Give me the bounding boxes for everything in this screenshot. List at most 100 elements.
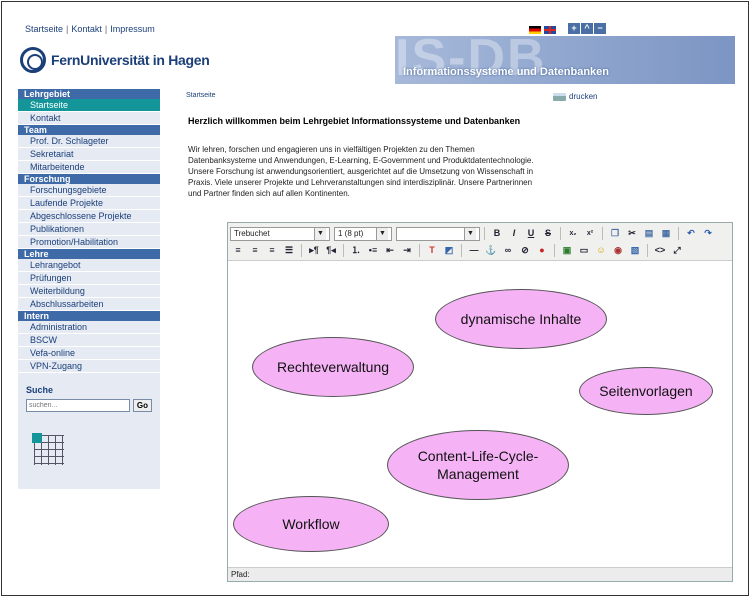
indent-icon[interactable]: ⇥ bbox=[399, 243, 415, 258]
undo-icon[interactable]: ↶ bbox=[683, 226, 699, 241]
italic-icon[interactable]: I bbox=[506, 226, 522, 241]
breadcrumb[interactable]: Startseite bbox=[186, 92, 216, 99]
redo-icon[interactable]: ↷ bbox=[700, 226, 716, 241]
link-icon[interactable]: ∞ bbox=[500, 243, 516, 258]
top-link-impressum[interactable]: Impressum bbox=[110, 24, 155, 34]
chevron-down-icon: ▼ bbox=[464, 227, 476, 240]
intro-line: Wir lehren, forschen und engagieren uns … bbox=[188, 145, 475, 154]
print-link[interactable]: drucken bbox=[553, 92, 597, 101]
sidebar-item-mitarbeitende[interactable]: Mitarbeitende bbox=[18, 161, 160, 174]
font-size-select[interactable]: 1 (8 pt) ▼ bbox=[334, 226, 392, 241]
toolbar-row-1: Trebuchet ▼ 1 (8 pt) ▼ ▼ B I U S x₂ x² ❐ ✂… bbox=[230, 225, 730, 242]
copy-icon[interactable]: ❐ bbox=[607, 226, 623, 241]
underline-icon[interactable]: U bbox=[523, 226, 539, 241]
table-icon[interactable]: ▭ bbox=[576, 243, 592, 258]
editor-toolbar: Trebuchet ▼ 1 (8 pt) ▼ ▼ B I U S x₂ x² ❐ ✂… bbox=[228, 223, 732, 261]
search-input[interactable] bbox=[26, 399, 130, 412]
german-flag-icon[interactable] bbox=[529, 25, 541, 34]
sidebar-item-laufende-projekte[interactable]: Laufende Projekte bbox=[18, 197, 160, 210]
sidebar-item-bscw[interactable]: BSCW bbox=[18, 334, 160, 347]
superscript-icon[interactable]: x² bbox=[582, 226, 598, 241]
intro-line: und Partner finden sich auf allen Kontin… bbox=[188, 189, 350, 198]
sidebar-item-weiterbildung[interactable]: Weiterbildung bbox=[18, 285, 160, 298]
align-left-icon[interactable]: ≡ bbox=[230, 243, 246, 258]
align-right-icon[interactable]: ≡ bbox=[264, 243, 280, 258]
template-icon[interactable]: ▧ bbox=[627, 243, 643, 258]
horizontal-rule-icon[interactable]: — bbox=[466, 243, 482, 258]
font-increase-button[interactable]: + bbox=[568, 23, 580, 34]
sidebar-item-schlageter[interactable]: Prof. Dr. Schlageter bbox=[18, 135, 160, 148]
outdent-icon[interactable]: ⇤ bbox=[382, 243, 398, 258]
anchor-icon[interactable]: ⚓ bbox=[483, 243, 499, 258]
search-go-button[interactable]: Go bbox=[132, 399, 152, 412]
strikethrough-icon[interactable]: S bbox=[540, 226, 556, 241]
paste-word-icon[interactable]: ▦ bbox=[658, 226, 674, 241]
bubble-dynamische-inhalte: dynamische Inhalte bbox=[435, 289, 607, 349]
search-form: Go bbox=[18, 399, 160, 412]
ltr-icon[interactable]: ▸¶ bbox=[306, 243, 322, 258]
smiley-icon[interactable]: ☺ bbox=[593, 243, 609, 258]
english-flag-icon[interactable] bbox=[544, 25, 556, 34]
sidebar-item-vefa-online[interactable]: Vefa-online bbox=[18, 347, 160, 360]
sidebar-section-intern: Intern bbox=[18, 311, 160, 321]
ordered-list-icon[interactable]: ⒈ bbox=[348, 243, 364, 258]
font-reset-button[interactable]: ^ bbox=[581, 23, 593, 34]
editor-content-area[interactable]: dynamische Inhalte Rechteverwaltung Seit… bbox=[228, 262, 732, 567]
toolbar-separator bbox=[343, 244, 344, 257]
background-color-icon[interactable]: ◩ bbox=[441, 243, 457, 258]
sidebar-item-vpn-zugang[interactable]: VPN-Zugang bbox=[18, 360, 160, 373]
toolbar-separator bbox=[301, 244, 302, 257]
wysiwyg-editor: Trebuchet ▼ 1 (8 pt) ▼ ▼ B I U S x₂ x² ❐ ✂… bbox=[227, 222, 733, 582]
top-link-kontakt[interactable]: Kontakt bbox=[71, 24, 102, 34]
paste-icon[interactable]: ▤ bbox=[641, 226, 657, 241]
sidebar-item-kontakt[interactable]: Kontakt bbox=[18, 112, 160, 125]
sidebar-item-publikationen[interactable]: Publikationen bbox=[18, 223, 160, 236]
intro-text: Wir lehren, forschen und engagieren uns … bbox=[188, 144, 608, 199]
source-code-icon[interactable]: <> bbox=[652, 243, 668, 258]
editor-path-bar: Pfad: bbox=[228, 567, 732, 581]
bold-icon[interactable]: B bbox=[489, 226, 505, 241]
banner-subtitle: Informationssysteme und Datenbanken bbox=[403, 66, 609, 78]
font-family-select[interactable]: Trebuchet ▼ bbox=[230, 226, 330, 241]
separator: | bbox=[66, 24, 69, 34]
sidebar-item-forschungsgebiete[interactable]: Forschungsgebiete bbox=[18, 184, 160, 197]
bubble-content-life-cycle: Content-Life-Cycle- Management bbox=[387, 430, 569, 500]
sidebar-item-promotion[interactable]: Promotion/Habilitation bbox=[18, 236, 160, 249]
font-family-value: Trebuchet bbox=[234, 229, 270, 238]
sidebar-item-sekretariat[interactable]: Sekretariat bbox=[18, 148, 160, 161]
subscript-icon[interactable]: x₂ bbox=[565, 226, 581, 241]
toolbar-separator bbox=[419, 244, 420, 257]
chevron-down-icon: ▼ bbox=[314, 227, 326, 240]
sidebar-item-administration[interactable]: Administration bbox=[18, 321, 160, 334]
sidebar-item-lehrangebot[interactable]: Lehrangebot bbox=[18, 259, 160, 272]
format-select[interactable]: ▼ bbox=[396, 226, 480, 241]
sidebar-item-abschlussarbeiten[interactable]: Abschlussarbeiten bbox=[18, 298, 160, 311]
fullscreen-icon[interactable]: ⤢ bbox=[669, 243, 685, 258]
chevron-down-icon: ▼ bbox=[376, 227, 388, 240]
remove-link-icon[interactable]: ● bbox=[534, 243, 550, 258]
cut-icon[interactable]: ✂ bbox=[624, 226, 640, 241]
media-icon[interactable]: ◉ bbox=[610, 243, 626, 258]
sidebar-item-abgeschlossene-projekte[interactable]: Abgeschlossene Projekte bbox=[18, 210, 160, 223]
rtl-icon[interactable]: ¶◂ bbox=[323, 243, 339, 258]
unordered-list-icon[interactable]: •≡ bbox=[365, 243, 381, 258]
align-justify-icon[interactable]: ☰ bbox=[281, 243, 297, 258]
sidebar-section-team: Team bbox=[18, 125, 160, 135]
bubble-workflow: Workflow bbox=[233, 496, 389, 552]
intro-line: Praxis. Viele unserer Projekte und Lehrv… bbox=[188, 178, 533, 187]
font-decrease-button[interactable]: − bbox=[594, 23, 606, 34]
toolbar-separator bbox=[461, 244, 462, 257]
align-center-icon[interactable]: ≡ bbox=[247, 243, 263, 258]
image-icon[interactable]: ▣ bbox=[559, 243, 575, 258]
header-banner: IS-DB Informationssysteme und Datenbanke… bbox=[395, 36, 735, 84]
font-size-value: 1 (8 pt) bbox=[338, 229, 364, 238]
sidebar-item-startseite[interactable]: Startseite bbox=[18, 99, 160, 112]
sidebar-section-forschung: Forschung bbox=[18, 174, 160, 184]
text-color-icon[interactable]: T bbox=[424, 243, 440, 258]
top-link-startseite[interactable]: Startseite bbox=[25, 24, 63, 34]
unlink-icon[interactable]: ⊘ bbox=[517, 243, 533, 258]
sidebar-item-pruefungen[interactable]: Prüfungen bbox=[18, 272, 160, 285]
toolbar-separator bbox=[678, 227, 679, 240]
toolbar-separator bbox=[602, 227, 603, 240]
university-logo[interactable]: FernUniversität in Hagen bbox=[20, 47, 210, 73]
